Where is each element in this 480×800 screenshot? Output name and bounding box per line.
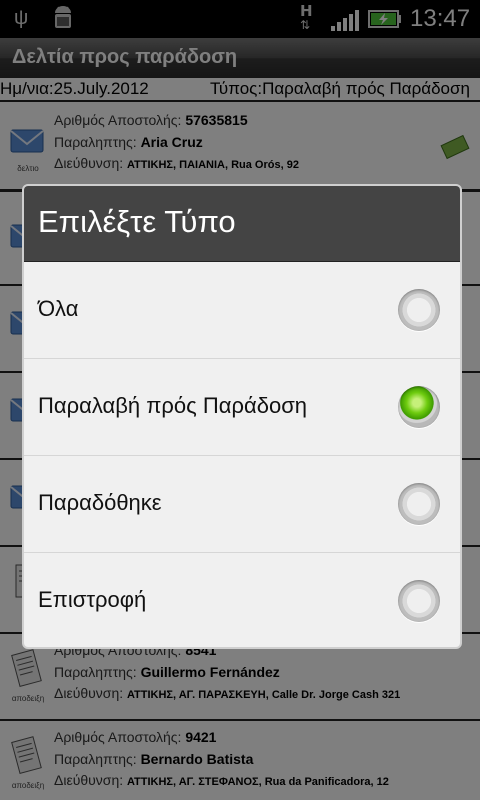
radio-button[interactable] [398, 289, 440, 331]
option-return[interactable]: Επιστροφή [24, 553, 460, 647]
option-label: Παραδόθηκε [38, 490, 162, 515]
dialog-title: Επιλέξτε Τύπο [38, 204, 236, 239]
option-label: Επιστροφή [38, 587, 147, 612]
dialog-header: Επιλέξτε Τύπο [24, 186, 460, 262]
radio-button[interactable] [398, 580, 440, 622]
option-delivered[interactable]: Παραδόθηκε [24, 456, 460, 553]
option-pickup-for-delivery[interactable]: Παραλαβή πρός Παράδοση [24, 359, 460, 456]
radio-button-selected[interactable] [398, 386, 440, 428]
radio-button[interactable] [398, 483, 440, 525]
option-all[interactable]: Όλα [24, 262, 460, 359]
option-label: Παραλαβή πρός Παράδοση [38, 393, 308, 418]
option-label: Όλα [38, 296, 79, 321]
select-type-dialog: Επιλέξτε Τύπο Όλα Παραλαβή πρός Παράδοση… [22, 184, 462, 649]
